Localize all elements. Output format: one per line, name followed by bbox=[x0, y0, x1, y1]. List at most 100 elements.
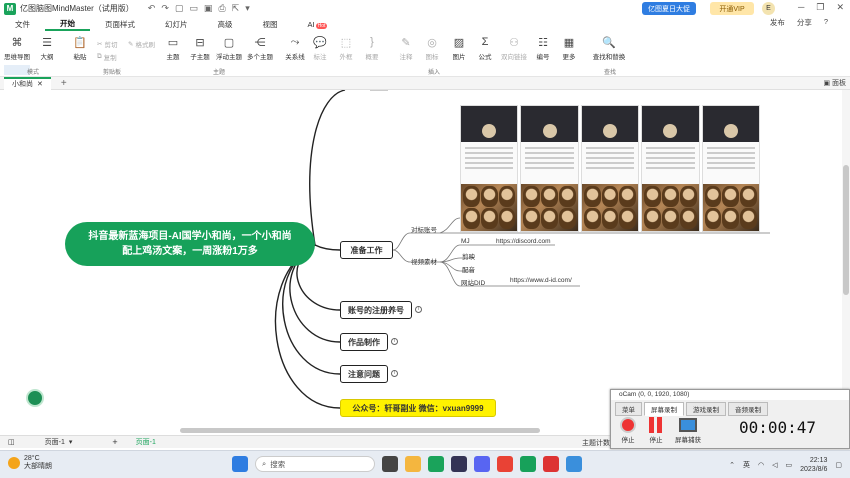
new-tab-icon[interactable]: + bbox=[61, 78, 67, 89]
copy-button[interactable]: ⧉ 复制 bbox=[97, 52, 117, 62]
format-painter-button[interactable]: ✎ 格式刷 bbox=[128, 39, 155, 49]
chevron-down-icon[interactable]: ▾ bbox=[69, 438, 73, 446]
menu-home[interactable]: 开始 bbox=[45, 18, 90, 31]
chrome-icon[interactable] bbox=[497, 456, 513, 472]
relation-button[interactable]: ⤳ 关系线 bbox=[282, 35, 308, 62]
menu-slides[interactable]: 幻灯片 bbox=[150, 19, 203, 30]
menu-view[interactable]: 视图 bbox=[248, 19, 293, 30]
menu-ai[interactable]: AI Hot bbox=[293, 20, 343, 29]
ocam-tab-screen[interactable]: 屏幕录制 bbox=[644, 402, 684, 416]
page-select[interactable]: 页面-1 bbox=[45, 437, 65, 447]
promo-button[interactable]: 亿图夏日大促 bbox=[642, 2, 696, 15]
minimize-icon[interactable]: ─ bbox=[798, 2, 804, 13]
horizontal-scroll-thumb[interactable] bbox=[180, 428, 540, 433]
info-icon[interactable]: i bbox=[391, 370, 398, 377]
ocam-stop-button[interactable]: 停止 bbox=[619, 416, 637, 444]
topic-notes[interactable]: 注意问题 bbox=[340, 365, 388, 383]
topic-production[interactable]: 作品制作 bbox=[340, 333, 388, 351]
app-icon[interactable] bbox=[566, 456, 582, 472]
maximize-icon[interactable]: ❐ bbox=[816, 2, 824, 13]
more-button[interactable]: ▦ 更多 bbox=[556, 35, 582, 62]
menu-page-style[interactable]: 页面样式 bbox=[90, 19, 150, 30]
ocam-pause-button[interactable]: 停止 bbox=[647, 416, 665, 444]
subtopic-video-material[interactable]: 视频素材 bbox=[411, 256, 437, 266]
app-icon[interactable] bbox=[451, 456, 467, 472]
ocam-capture-button[interactable]: 屏幕捕获 bbox=[675, 416, 701, 444]
boundary-button[interactable]: ⬚ 外框 bbox=[333, 35, 359, 62]
subtopic-mj[interactable]: MJ bbox=[461, 238, 470, 245]
wifi-icon[interactable]: ◠ bbox=[758, 461, 764, 469]
formula-button[interactable]: Σ 公式 bbox=[472, 35, 498, 61]
vip-button[interactable]: 开通VIP bbox=[710, 2, 754, 15]
notification-icon[interactable]: ▢ bbox=[835, 461, 842, 469]
subtopic-button[interactable]: ⊟ 子主题 bbox=[187, 35, 213, 62]
avatar[interactable]: E bbox=[762, 2, 775, 15]
mark-button[interactable]: ◎ 图标 bbox=[419, 35, 445, 62]
floating-assistant-button[interactable] bbox=[26, 389, 44, 407]
float-topic-button[interactable]: ▢ 浮动主题 bbox=[216, 35, 242, 62]
export-icon[interactable]: ⇱ bbox=[232, 3, 240, 14]
multi-topic-button[interactable]: ⋲ 多个主题 bbox=[247, 35, 273, 62]
topic-account-register[interactable]: 账号的注册养号 bbox=[340, 301, 412, 319]
save-icon[interactable]: ▣ bbox=[204, 3, 213, 14]
weather-widget[interactable]: 28°C 大部晴朗 bbox=[8, 455, 52, 471]
sidebar-toggle-icon[interactable]: ◫ bbox=[8, 438, 15, 446]
subtopic-benchmark[interactable]: 对标账号 bbox=[411, 224, 437, 234]
wechat-icon[interactable] bbox=[428, 456, 444, 472]
summary-button[interactable]: } 概要 bbox=[359, 35, 385, 61]
topic-contact[interactable]: 公众号：轩哥副业 微信：vxuan9999 bbox=[340, 399, 496, 417]
info-icon[interactable]: i bbox=[415, 306, 422, 313]
redo-icon[interactable]: ↷ bbox=[161, 3, 169, 14]
numbering-button[interactable]: ☷ 编号 bbox=[530, 35, 556, 62]
topic-button[interactable]: ▭ 主题 bbox=[160, 35, 186, 62]
ocam-tab-game[interactable]: 游戏录制 bbox=[686, 402, 726, 416]
menu-advanced[interactable]: 高级 bbox=[203, 19, 248, 30]
cut-button[interactable]: ✂ 剪切 bbox=[97, 39, 117, 49]
share-button[interactable]: 分享 bbox=[797, 17, 812, 28]
chevron-up-icon[interactable]: ⌃ bbox=[729, 461, 735, 469]
mindmaster-icon[interactable] bbox=[520, 456, 536, 472]
discord-icon[interactable] bbox=[474, 456, 490, 472]
task-view-icon[interactable] bbox=[382, 456, 398, 472]
find-replace-button[interactable]: 🔍 查找和替换 bbox=[593, 35, 626, 62]
open-icon[interactable]: ▭ bbox=[189, 3, 198, 14]
note-button[interactable]: ✎ 注释 bbox=[393, 35, 419, 62]
clock[interactable]: 22:13 2023/8/6 bbox=[800, 456, 827, 474]
vertical-scrollbar[interactable] bbox=[842, 90, 850, 435]
root-topic[interactable]: 抖音最新蓝海项目-AI国学小和尚，一个小和尚 配上鸡汤文案，一周涨粉1万多 bbox=[65, 222, 315, 266]
new-icon[interactable]: ▢ bbox=[175, 3, 184, 14]
undo-icon[interactable]: ↶ bbox=[148, 3, 156, 14]
info-icon[interactable]: i bbox=[391, 338, 398, 345]
mode-mindmap-button[interactable]: ⌘ 思维导图 bbox=[4, 35, 30, 62]
horizontal-scrollbar[interactable] bbox=[0, 428, 600, 434]
bilink-button[interactable]: ⚇ 双向链接 bbox=[501, 35, 527, 62]
windows-start-icon[interactable] bbox=[232, 456, 248, 472]
print-icon[interactable]: ⎙ bbox=[218, 3, 225, 14]
subtopic-jianying[interactable]: 剪映 bbox=[462, 251, 475, 261]
help-button[interactable]: ? bbox=[824, 17, 828, 28]
subtopic-dubbing[interactable]: 配音 bbox=[462, 264, 475, 274]
page-tab[interactable]: 页面-1 bbox=[136, 437, 156, 447]
battery-icon[interactable]: ▭ bbox=[786, 461, 793, 469]
mode-outline-button[interactable]: ☰ 大纲 bbox=[34, 35, 60, 62]
ocam-tab-audio[interactable]: 音频录制 bbox=[728, 402, 768, 416]
topic-prep[interactable]: 准备工作 bbox=[340, 241, 393, 259]
publish-button[interactable]: 发布 bbox=[770, 17, 785, 28]
document-tab[interactable]: 小和尚 ✕ bbox=[4, 76, 51, 90]
customize-icon[interactable]: ▾ bbox=[245, 3, 250, 14]
paste-button[interactable]: 📋 粘贴 bbox=[67, 35, 93, 62]
input-language[interactable]: 英 bbox=[743, 460, 750, 470]
subtopic-did-url[interactable]: https://www.d-id.com/ bbox=[510, 277, 572, 284]
menu-file[interactable]: 文件 bbox=[0, 19, 45, 30]
close-icon[interactable]: ✕ bbox=[836, 2, 844, 13]
subtopic-mj-url[interactable]: https://discord.com bbox=[496, 238, 551, 245]
vertical-scroll-thumb[interactable] bbox=[843, 165, 849, 295]
tab-close-icon[interactable]: ✕ bbox=[37, 80, 43, 88]
taskbar-search[interactable]: ⌕ 搜索 bbox=[255, 456, 375, 472]
file-explorer-icon[interactable] bbox=[405, 456, 421, 472]
benchmark-screenshots[interactable] bbox=[460, 105, 761, 232]
callout-button[interactable]: 💬 标注 bbox=[307, 35, 333, 62]
mindmap-canvas[interactable]: 抖音最新蓝海项目-AI国学小和尚，一个小和尚 配上鸡汤文案，一周涨粉1万多 准备… bbox=[0, 90, 850, 435]
subtopic-did[interactable]: 网站DID bbox=[461, 277, 485, 287]
image-button[interactable]: ▨ 图片 bbox=[446, 35, 472, 62]
